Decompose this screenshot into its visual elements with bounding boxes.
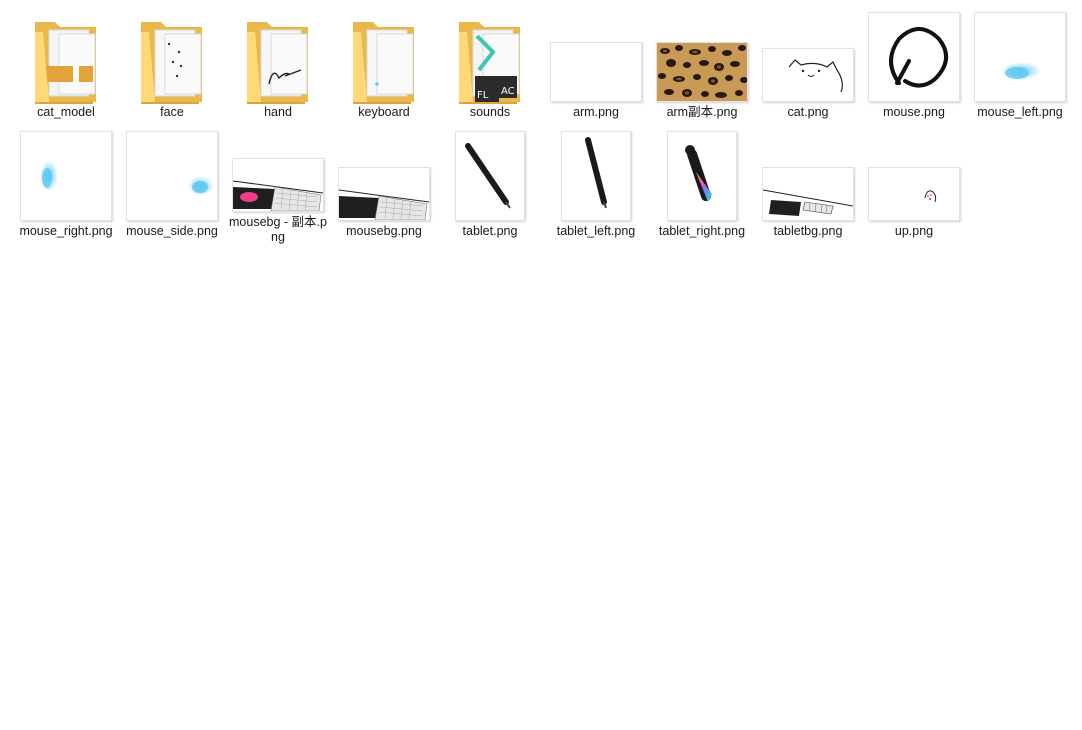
file-label: arm.png — [573, 105, 619, 119]
file-item-keyboard[interactable]: keyboard — [331, 8, 437, 126]
folder-flac-icon: FL AC — [457, 18, 523, 104]
file-item-cat-model[interactable]: cat_model — [13, 8, 119, 126]
file-label: cat_model — [37, 105, 95, 119]
file-label: tablet_right.png — [658, 224, 746, 238]
desk-mousepad-icon — [338, 167, 430, 221]
folder-json-icon — [33, 18, 99, 104]
leopard-pattern-icon — [656, 42, 748, 102]
desk-mousepad-icon — [232, 158, 324, 212]
file-item-sounds[interactable]: FL AC sounds — [437, 8, 543, 126]
file-label: cat.png — [787, 105, 829, 119]
stylus-pen-icon — [455, 131, 525, 221]
rainbow-pen-icon — [667, 131, 737, 221]
folder-keyboard-icon — [351, 18, 417, 104]
file-item-arm-copy-png[interactable]: arm副本.png — [649, 8, 755, 126]
file-item-up-png[interactable]: up.png — [861, 127, 967, 245]
svg-text:AC: AC — [501, 86, 515, 97]
file-item-mousebg-copy-png[interactable]: mousebg - 副本.png — [225, 127, 331, 245]
file-label: tabletbg.png — [773, 224, 843, 238]
file-label: keyboard — [358, 105, 410, 119]
svg-text:FL: FL — [477, 90, 489, 101]
file-label: up.png — [894, 224, 934, 238]
file-label: mousebg - 副本.png — [229, 215, 327, 244]
file-item-mousebg-png[interactable]: mousebg.png — [331, 127, 437, 245]
file-item-tablet-png[interactable]: tablet.png — [437, 127, 543, 245]
blue-blob-icon — [974, 12, 1066, 102]
file-item-face[interactable]: face — [119, 8, 225, 126]
blue-blob-icon — [126, 131, 218, 221]
file-item-cat-png[interactable]: cat.png — [755, 8, 861, 126]
file-label: mouse_right.png — [19, 224, 113, 238]
file-item-tabletbg-png[interactable]: tabletbg.png — [755, 127, 861, 245]
cat-outline-icon — [762, 48, 854, 102]
file-label: face — [160, 105, 184, 119]
file-item-tablet-left-png[interactable]: tablet_left.png — [543, 127, 649, 245]
file-label: mouse_left.png — [977, 105, 1063, 119]
file-item-mouse-png[interactable]: mouse.png — [861, 8, 967, 126]
folder-face-icon — [139, 18, 205, 104]
file-label: sounds — [469, 105, 511, 119]
folder-hand-icon — [245, 18, 311, 104]
paw-icon — [868, 167, 960, 221]
file-label: hand — [264, 105, 292, 119]
file-item-mouse-side-png[interactable]: mouse_side.png — [119, 127, 225, 245]
circle-scribble-icon — [868, 12, 960, 102]
blank-image-icon — [550, 42, 642, 102]
desk-tablet-icon — [762, 167, 854, 221]
file-item-tablet-right-png[interactable]: tablet_right.png — [649, 127, 755, 245]
file-item-mouse-left-png[interactable]: mouse_left.png — [967, 8, 1073, 126]
file-grid: cat_model face hand keyboard FL AC sound… — [13, 8, 1082, 247]
file-item-arm-png[interactable]: arm.png — [543, 8, 649, 126]
file-label: arm副本.png — [666, 105, 738, 119]
file-label: mouse.png — [883, 105, 945, 119]
file-row-2: mouse_right.png mouse_side.png mousebg -… — [13, 127, 1082, 247]
file-label: tablet_left.png — [556, 224, 636, 238]
file-label: tablet.png — [462, 224, 518, 238]
file-label: mouse_side.png — [126, 224, 218, 238]
file-row-1: cat_model face hand keyboard FL AC sound… — [13, 8, 1082, 128]
file-item-hand[interactable]: hand — [225, 8, 331, 126]
file-label: mousebg.png — [346, 224, 422, 238]
stylus-pen-icon — [561, 131, 631, 221]
blue-blob-icon — [20, 131, 112, 221]
file-item-mouse-right-png[interactable]: mouse_right.png — [13, 127, 119, 245]
